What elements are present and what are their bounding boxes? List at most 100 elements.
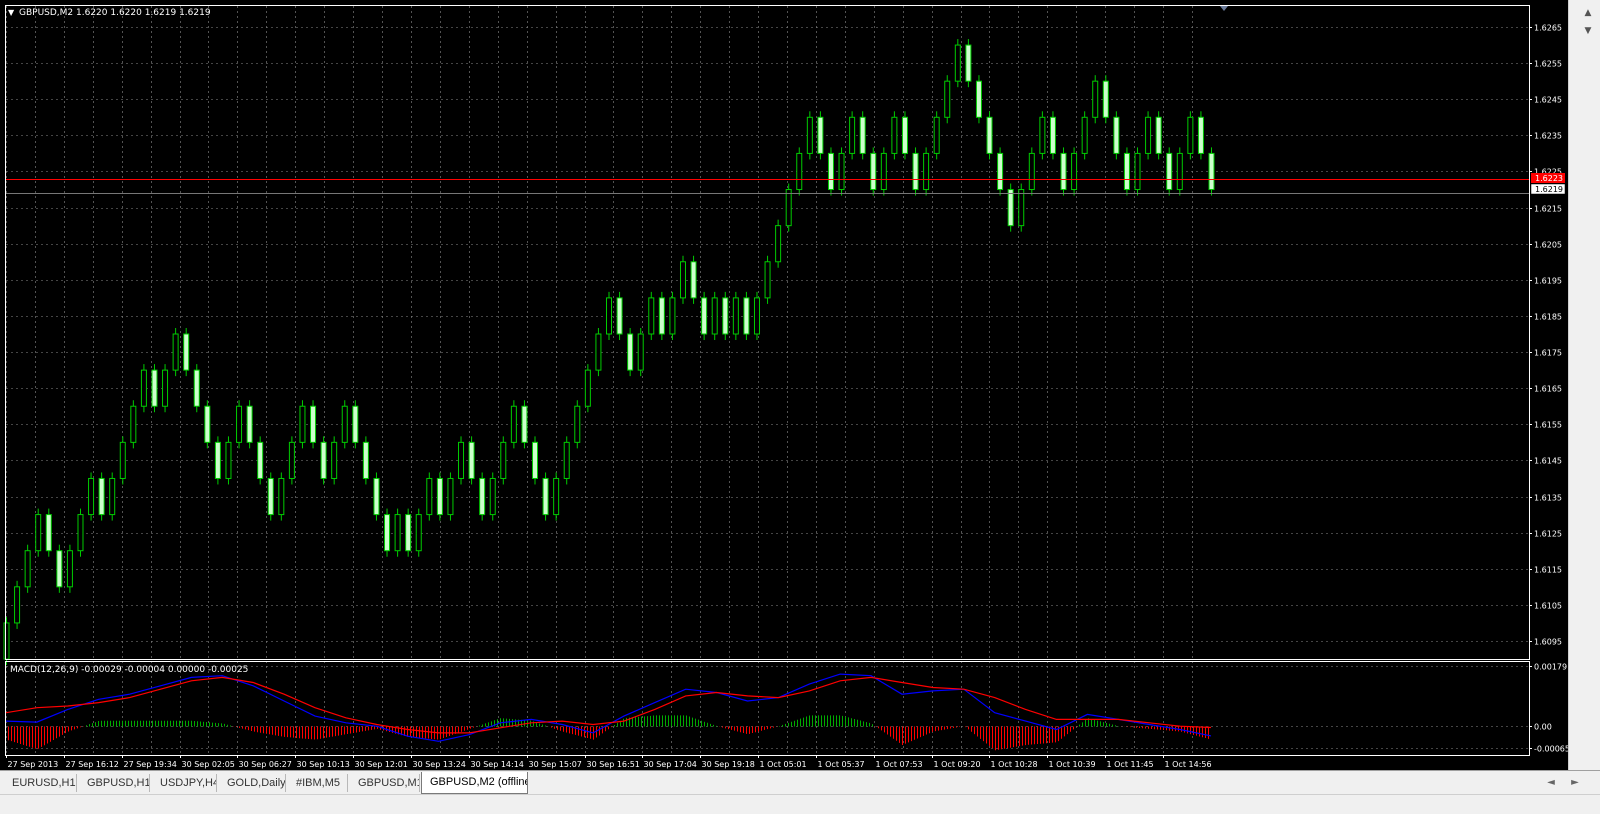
bull-candle	[66, 550, 73, 588]
bear-candle	[658, 297, 665, 335]
bear-candle	[965, 44, 972, 82]
price-axis-label: 1.6135	[1534, 494, 1562, 503]
bull-candle	[849, 116, 856, 154]
tab-gbpusd-h1[interactable]: GBPUSD,H1	[79, 774, 150, 792]
time-axis-label: 1 Oct 10:28	[991, 760, 1038, 769]
bear-candle	[1197, 116, 1204, 154]
bull-candle	[753, 297, 760, 335]
bear-candle	[98, 477, 105, 516]
tab-gbpusd-m2-offline[interactable]: GBPUSD,M2 (offline)	[421, 772, 528, 794]
tab-scroll-left-icon[interactable]: ◄	[1544, 776, 1558, 790]
bear-candle	[1113, 116, 1120, 154]
price-axis-label: 1.6175	[1534, 349, 1562, 358]
bear-candle	[722, 297, 729, 335]
price-axis-label: 1.6165	[1534, 385, 1562, 394]
scroll-up-icon[interactable]: ▲	[1579, 6, 1597, 20]
tab-ibm-m5[interactable]: #IBM,M5	[288, 774, 348, 792]
tab-eurusd-h1[interactable]: EURUSD,H1	[4, 774, 77, 792]
bull-candle	[796, 152, 803, 191]
bull-candle	[923, 152, 930, 191]
bear-candle	[1007, 189, 1014, 227]
bull-candle	[225, 441, 232, 479]
bear-candle	[267, 477, 274, 516]
chart-tab-bar: EURUSD,H1 GBPUSD,H1 USDJPY,H4 GOLD,Daily…	[0, 770, 1600, 794]
tab-gold-daily[interactable]: GOLD,Daily	[219, 774, 286, 792]
bear-candle	[204, 405, 211, 443]
time-axis-label: 30 Sep 13:24	[413, 760, 466, 769]
bear-candle	[310, 405, 317, 443]
bull-candle	[447, 477, 454, 516]
bear-candle	[384, 514, 391, 552]
bull-candle	[775, 225, 782, 263]
bull-candle	[1028, 152, 1035, 191]
bear-candle	[479, 477, 486, 516]
scroll-down-icon[interactable]: ▼	[1579, 24, 1597, 38]
time-axis-label: 30 Sep 10:13	[297, 760, 350, 769]
time-axis-label: 1 Oct 14:56	[1165, 760, 1212, 769]
bull-candle	[553, 477, 560, 516]
bull-candle	[119, 441, 126, 479]
bear-candle	[352, 405, 359, 443]
time-axis-label: 30 Sep 06:27	[239, 760, 292, 769]
time-axis-label: 30 Sep 17:04	[644, 760, 697, 769]
chart-area[interactable]: 1.6265 1.6255 1.6245 1.6235 1.6225 1.6215 1.62…	[0, 0, 1568, 770]
bear-candle	[912, 152, 919, 191]
time-axis-label: 27 Sep 16:12	[66, 760, 119, 769]
bull-candle	[1071, 152, 1078, 191]
bull-candle	[394, 514, 401, 552]
price-axis-label: 1.6245	[1534, 96, 1562, 105]
bull-candle	[711, 297, 718, 335]
bull-candle	[806, 116, 813, 154]
time-axis-label: 1 Oct 07:53	[876, 760, 923, 769]
bull-candle	[891, 116, 898, 154]
bear-candle	[1155, 116, 1162, 154]
bear-candle	[975, 80, 982, 118]
bear-candle	[743, 297, 750, 335]
bear-candle	[1123, 152, 1130, 191]
time-axis-label: 30 Sep 19:18	[702, 760, 755, 769]
bear-candle	[1060, 152, 1067, 191]
time-axis-label: 30 Sep 15:07	[529, 760, 582, 769]
bull-candle	[236, 405, 243, 443]
bull-candle	[785, 189, 792, 227]
price-axis-label: 1.6265	[1534, 24, 1562, 33]
bull-candle	[109, 477, 116, 516]
bull-candle	[162, 369, 169, 407]
bull-candle	[637, 333, 644, 371]
bear-candle	[997, 152, 1004, 191]
time-axis-label: 30 Sep 12:01	[355, 760, 408, 769]
bull-candle	[415, 514, 422, 552]
price-axis-label: 1.6145	[1534, 457, 1562, 466]
bear-candle	[690, 261, 697, 299]
bear-candle	[257, 441, 264, 479]
bull-candle	[288, 441, 295, 479]
tab-gbpusd-m1[interactable]: GBPUSD,M1	[350, 774, 420, 792]
symbol-header: GBPUSD,M2 1.6220 1.6220 1.6219 1.6219	[19, 8, 211, 18]
bear-candle	[859, 116, 866, 154]
price-axis-label: 1.6105	[1534, 602, 1562, 611]
bull-candle	[838, 152, 845, 191]
bull-candle	[880, 152, 887, 191]
bear-candle	[827, 152, 834, 191]
bull-candle	[140, 369, 147, 407]
vertical-scrollbar[interactable]: ▲ ▼	[1568, 0, 1600, 770]
bull-candle	[3, 622, 10, 660]
bull-candle	[14, 586, 21, 624]
macd-axis-label: 0.00179	[1534, 663, 1567, 672]
bull-candle	[954, 44, 961, 82]
bull-candle	[510, 405, 517, 443]
bull-candle	[1092, 80, 1099, 118]
bull-candle	[563, 441, 570, 479]
chart-canvas[interactable]: 1.62651.62551.62451.62351.62251.62151.62…	[0, 0, 1568, 770]
tab-scroll-right-icon[interactable]: ►	[1568, 776, 1582, 790]
bear-candle	[817, 116, 824, 154]
bull-candle	[1039, 116, 1046, 154]
bear-candle	[151, 369, 158, 407]
tab-usdjpy-h4[interactable]: USDJPY,H4	[152, 774, 217, 792]
price-axis-label: 1.6155	[1534, 421, 1562, 430]
bear-candle	[56, 550, 63, 588]
time-axis-label: 1 Oct 05:37	[818, 760, 865, 769]
symbol-dropdown-icon[interactable]: ▼	[8, 8, 15, 17]
bull-candle	[1187, 116, 1194, 154]
time-axis-label: 1 Oct 11:45	[1107, 760, 1154, 769]
